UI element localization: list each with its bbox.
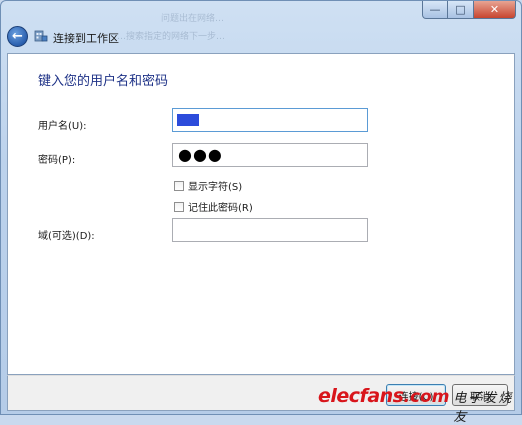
remember-row[interactable]: 记住此密码(R) bbox=[174, 199, 253, 214]
faded-subtitle-text: …搜索指定的网络下一步… bbox=[117, 32, 226, 42]
remember-checkbox[interactable] bbox=[174, 201, 184, 212]
cancel-button[interactable]: 取消 bbox=[452, 384, 508, 406]
window-frame: 问题出在网络… …搜索指定的网络下一步… — □ ✕ ← 连接到工作区 键入您的… bbox=[0, 0, 522, 415]
connect-button[interactable]: 连接(C) bbox=[386, 384, 446, 406]
close-button[interactable]: ✕ bbox=[474, 1, 516, 19]
minimize-icon: — bbox=[429, 3, 441, 16]
password-label: 密码(P): bbox=[38, 155, 76, 166]
maximize-icon: □ bbox=[455, 3, 466, 16]
back-button[interactable]: ← bbox=[7, 26, 28, 47]
remember-label: 记住此密码(R) bbox=[188, 203, 253, 214]
back-arrow-icon: ← bbox=[12, 29, 23, 44]
domain-input[interactable] bbox=[172, 218, 368, 242]
username-label: 用户名(U): bbox=[38, 121, 87, 132]
workplace-network-icon bbox=[34, 30, 48, 42]
close-icon: ✕ bbox=[489, 3, 500, 16]
faded-title-text: 问题出在网络… bbox=[161, 14, 225, 24]
show-chars-label: 显示字符(S) bbox=[188, 182, 243, 193]
username-input[interactable] bbox=[172, 108, 368, 132]
domain-label: 域(可选)(D): bbox=[38, 231, 95, 242]
show-chars-row[interactable]: 显示字符(S) bbox=[174, 178, 242, 193]
minimize-button[interactable]: — bbox=[422, 1, 448, 19]
password-mask: ●●● bbox=[178, 145, 223, 164]
caption-buttons: — □ ✕ bbox=[422, 1, 516, 19]
maximize-button[interactable]: □ bbox=[448, 1, 474, 19]
button-bar: 连接(C) 取消 bbox=[7, 375, 515, 411]
content-panel: 键入您的用户名和密码 用户名(U): 密码(P): ●●● 显示字符(S) 记住… bbox=[7, 53, 515, 375]
show-chars-checkbox[interactable] bbox=[174, 180, 184, 191]
password-input[interactable]: ●●● bbox=[172, 143, 368, 167]
page-heading: 键入您的用户名和密码 bbox=[38, 74, 169, 89]
window-title: 连接到工作区 bbox=[53, 32, 119, 45]
username-selection bbox=[177, 114, 199, 126]
